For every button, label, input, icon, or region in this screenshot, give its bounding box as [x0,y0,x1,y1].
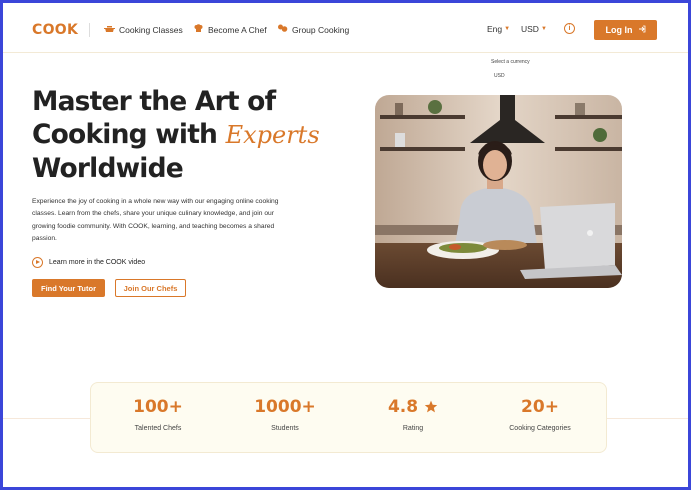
stat-item: 1000+ Students [230,397,340,432]
hero-image [375,95,622,288]
hero-title: Master the Art of Cooking with Experts W… [32,85,332,185]
hero-title-text: Cooking with [32,119,218,150]
hero-title-line-2: Cooking with Experts [32,118,332,152]
stat-label: Talented Chefs [134,425,182,432]
currency-dropdown: Select a currency USD [491,59,530,79]
video-link[interactable]: Learn more in the COOK video [32,257,145,268]
language-value: Eng [487,24,503,34]
nav-item-label: Group Cooking [292,24,350,35]
chevron-down-icon: ▼ [504,26,511,32]
people-icon [277,24,288,35]
hero-title-line-3: Worldwide [32,153,184,184]
nav-item-cooking-classes[interactable]: Cooking Classes [104,24,183,35]
currency-select[interactable]: USD ▼ [521,24,547,34]
nav-item-group-cooking[interactable]: Group Cooking [277,24,349,35]
stat-value: 20+ [521,397,559,417]
nav-item-label: Cooking Classes [119,24,183,35]
hero-description: Experience the joy of cooking in a whole… [32,198,279,242]
info-icon[interactable]: i [564,23,575,34]
stat-value: 4.8 [387,397,419,417]
hero-title-line-1: Master the Art of [32,86,276,117]
stat-item: 4.8 Rating [358,397,468,432]
star-icon [424,397,438,417]
stat-item: 100+ Talented Chefs [103,397,213,432]
find-tutor-button[interactable]: Find Your Tutor [32,279,105,297]
pot-icon [104,24,115,35]
play-icon [32,257,43,268]
dropdown-hint: Select a currency [491,59,530,65]
language-select[interactable]: Eng ▼ [487,24,510,34]
stat-value: 1000+ [254,397,316,417]
login-arrow-icon [638,25,646,35]
login-label: Log In [605,25,633,35]
stat-label: Rating [402,425,424,432]
top-nav: COOK Cooking Classes Become A Chef Group… [3,3,688,53]
hero-title-script: Experts [225,121,320,149]
chevron-down-icon: ▼ [540,26,547,32]
join-chefs-button[interactable]: Join Our Chefs [115,279,186,297]
currency-option-usd[interactable]: USD [494,73,530,79]
logo[interactable]: COOK [32,22,78,38]
login-button[interactable]: Log In [594,20,657,40]
stats-panel: 100+ Talented Chefs 1000+ Students 4.8 R… [90,382,607,453]
nav-item-become-a-chef[interactable]: Become A Chef [193,24,267,35]
stat-label: Cooking Categories [509,425,571,432]
currency-value: USD [521,24,539,34]
stat-value-row: 4.8 [358,397,468,417]
video-link-label: Learn more in the COOK video [49,259,146,266]
chef-hat-icon [193,24,204,35]
stat-label: Students [271,425,299,432]
nav-item-label: Become A Chef [208,24,267,35]
stat-item: 20+ Cooking Categories [485,397,595,432]
page-frame: COOK Cooking Classes Become A Chef Group… [3,3,688,487]
stat-value: 100+ [133,397,183,417]
nav-divider [89,23,90,37]
